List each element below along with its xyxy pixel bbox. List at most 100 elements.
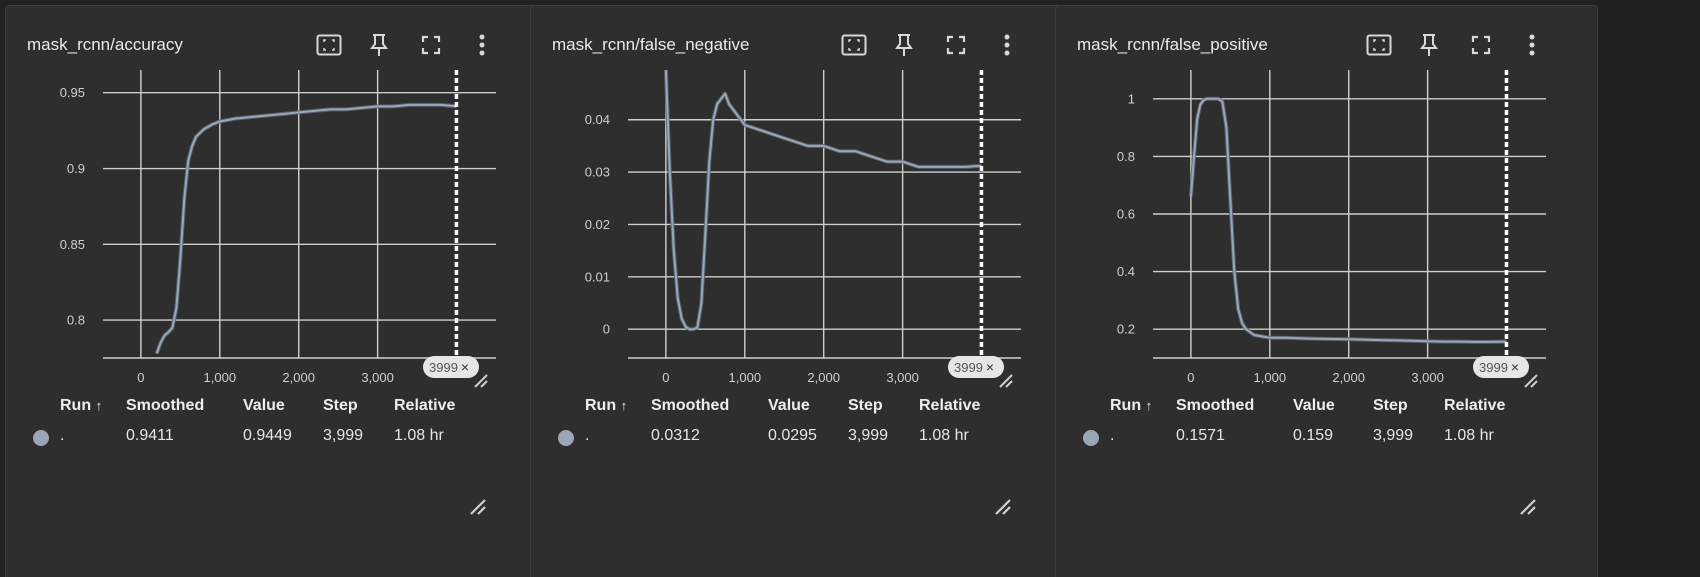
y-tick-label: 0.9 [67, 161, 85, 176]
y-tick-label: 0.03 [585, 165, 610, 180]
table-row: . 0.0312 0.0295 3,999 1.08 hr [531, 427, 1072, 449]
raw-value: 0.0295 [768, 427, 817, 444]
table-header-row: Run ↑ Smoothed Value Step Relative [531, 397, 1072, 419]
more-vert-icon[interactable] [467, 30, 497, 60]
col-relative[interactable]: Relative [1444, 397, 1505, 415]
step-badge[interactable]: 3999 × [1473, 356, 1529, 378]
col-value[interactable]: Value [1293, 397, 1335, 415]
fullscreen-icon[interactable] [416, 30, 446, 60]
raw-value: 0.9449 [243, 427, 292, 444]
sort-arrow-icon: ↑ [1145, 398, 1153, 413]
step-badge-value: 3999 [429, 359, 458, 375]
y-tick-label: 0.2 [1117, 322, 1135, 337]
pin-icon[interactable] [1414, 30, 1444, 60]
col-relative[interactable]: Relative [919, 397, 980, 415]
step-badge[interactable]: 3999 × [948, 356, 1004, 378]
y-tick-label: 0.8 [1117, 149, 1135, 164]
run-name: . [60, 427, 65, 444]
close-icon[interactable]: × [461, 359, 469, 375]
step-value: 3,999 [848, 427, 889, 444]
table-row: . 0.1571 0.159 3,999 1.08 hr [1056, 427, 1597, 449]
table-row: . 0.9411 0.9449 3,999 1.08 hr [6, 427, 547, 449]
x-tick-label: 1,000 [204, 370, 237, 385]
y-tick-label: 0.4 [1117, 264, 1135, 279]
sort-arrow-icon: ↑ [620, 398, 628, 413]
resize-handle-icon[interactable] [1522, 372, 1540, 395]
col-step[interactable]: Step [1373, 397, 1408, 415]
close-icon[interactable]: × [986, 359, 994, 375]
y-tick-label: 0.95 [60, 85, 85, 100]
smoothed-value: 0.1571 [1176, 427, 1225, 444]
more-vert-icon[interactable] [992, 30, 1022, 60]
card-resize-icon[interactable] [1518, 497, 1538, 522]
step-badge-value: 3999 [1479, 359, 1508, 375]
fullscreen-icon[interactable] [1466, 30, 1496, 60]
smoothed-series-line [155, 103, 457, 354]
col-run[interactable]: Run ↑ [60, 397, 102, 415]
scalar-card: mask_rcnn/false_positive 0 1,000 2,000 3,00… [1055, 5, 1598, 577]
step-value: 3,999 [323, 427, 364, 444]
x-tick-label: 2,000 [807, 370, 840, 385]
scalar-card: mask_rcnn/accuracy 0 1,000 2,000 3,000 0.8 0.… [5, 5, 548, 577]
card-title: mask_rcnn/false_positive [1077, 35, 1268, 54]
step-badge[interactable]: 3999 × [423, 356, 479, 378]
fit-domain-icon[interactable] [314, 30, 344, 60]
run-color-dot[interactable] [558, 430, 574, 446]
fit-domain-icon[interactable] [1364, 30, 1394, 60]
col-smoothed[interactable]: Smoothed [1176, 397, 1254, 415]
card-title: mask_rcnn/false_negative [552, 35, 750, 54]
pin-icon[interactable] [364, 30, 394, 60]
step-value: 3,999 [1373, 427, 1414, 444]
x-tick-label: 0 [662, 370, 669, 385]
x-tick-label: 3,000 [361, 370, 394, 385]
x-tick-label: 3,000 [886, 370, 919, 385]
y-tick-label: 0.04 [585, 112, 610, 127]
col-smoothed[interactable]: Smoothed [651, 397, 729, 415]
card-resize-icon[interactable] [993, 497, 1013, 522]
run-name: . [585, 427, 590, 444]
col-step[interactable]: Step [848, 397, 883, 415]
close-icon[interactable]: × [1511, 359, 1519, 375]
scalar-card: mask_rcnn/false_negative 0 1,000 2,000 3,00… [530, 5, 1073, 577]
x-tick-label: 1,000 [1254, 370, 1287, 385]
card-resize-icon[interactable] [468, 497, 488, 522]
raw-series-line [154, 102, 457, 355]
step-badge-value: 3999 [954, 359, 983, 375]
y-tick-label: 0.6 [1117, 207, 1135, 222]
x-tick-label: 1,000 [729, 370, 762, 385]
y-tick-label: 0 [603, 322, 610, 337]
table-header-row: Run ↑ Smoothed Value Step Relative [1056, 397, 1597, 419]
y-tick-label: 0.8 [67, 313, 85, 328]
col-smoothed[interactable]: Smoothed [126, 397, 204, 415]
resize-handle-icon[interactable] [472, 372, 490, 395]
y-tick-label: 0.01 [585, 269, 610, 284]
col-step[interactable]: Step [323, 397, 358, 415]
col-run[interactable]: Run ↑ [585, 397, 627, 415]
col-value[interactable]: Value [768, 397, 810, 415]
raw-value: 0.159 [1293, 427, 1334, 444]
y-tick-label: 0.02 [585, 217, 610, 232]
col-value[interactable]: Value [243, 397, 285, 415]
fit-domain-icon[interactable] [839, 30, 869, 60]
relative-value: 1.08 hr [1444, 427, 1494, 444]
x-tick-label: 0 [137, 370, 144, 385]
smoothed-value: 0.0312 [651, 427, 700, 444]
fullscreen-icon[interactable] [941, 30, 971, 60]
relative-value: 1.08 hr [919, 427, 969, 444]
resize-handle-icon[interactable] [997, 372, 1015, 395]
run-color-dot[interactable] [1083, 430, 1099, 446]
x-tick-label: 0 [1187, 370, 1194, 385]
more-vert-icon[interactable] [1517, 30, 1547, 60]
pin-icon[interactable] [889, 30, 919, 60]
col-run[interactable]: Run ↑ [1110, 397, 1152, 415]
x-tick-label: 3,000 [1411, 370, 1444, 385]
relative-value: 1.08 hr [394, 427, 444, 444]
x-tick-label: 2,000 [1332, 370, 1365, 385]
y-tick-label: 1 [1128, 91, 1135, 106]
run-color-dot[interactable] [33, 430, 49, 446]
x-tick-label: 2,000 [282, 370, 315, 385]
col-relative[interactable]: Relative [394, 397, 455, 415]
run-name: . [1110, 427, 1115, 444]
y-tick-label: 0.85 [60, 237, 85, 252]
card-title: mask_rcnn/accuracy [27, 35, 183, 54]
